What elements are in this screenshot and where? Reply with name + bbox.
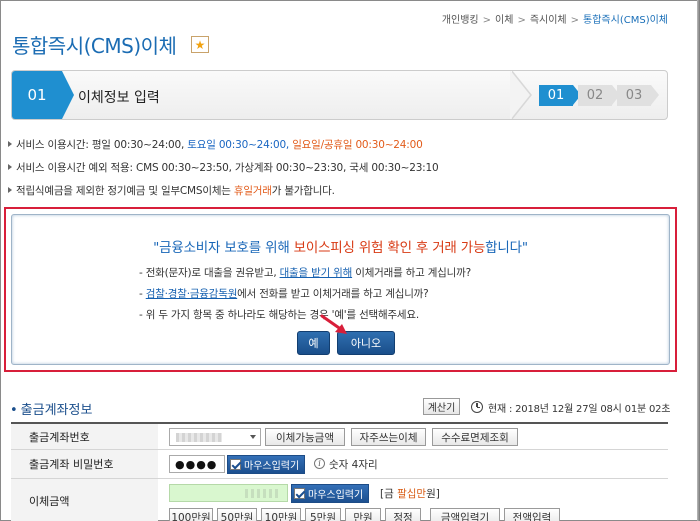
full-amount-button[interactable]: 전액입력 — [504, 508, 560, 521]
row-withdraw-password: 출금계좌 비밀번호 ●●●● 마우스입력기 i 숫자 4자리 — [11, 450, 668, 479]
fee-exemption-button[interactable]: 수수료면제조회 — [432, 428, 518, 446]
calculator-button[interactable]: 계산기 — [423, 398, 460, 415]
password-input[interactable]: ●●●● — [169, 455, 225, 473]
voice-phishing-alert-highlight: "금융소비자 보호를 위해 보이스피싱 위험 확인 후 거래 가능합니다" - … — [4, 207, 677, 372]
quick-amount-500k-button[interactable]: 50만원 — [217, 508, 257, 521]
row-withdraw-account: 출금계좌번호 이체가능금액 자주쓰는이체 수수료면제조회 — [11, 424, 668, 450]
correct-amount-button[interactable]: 정정 — [385, 508, 421, 521]
checkbox-checked-icon — [230, 459, 241, 470]
password-hint: 숫자 4자리 — [329, 459, 378, 471]
step-arrow-tip — [62, 71, 74, 119]
alert-question-2: - 검찰·경찰·금융감독원에서 전화를 받고 이체거래를 하고 계십니까? — [139, 288, 429, 300]
bullet-icon — [8, 141, 12, 147]
frequent-transfer-button[interactable]: 자주쓰는이체 — [351, 428, 426, 446]
section-bullet-icon: • — [10, 403, 18, 418]
withdraw-form: 출금계좌번호 이체가능금액 자주쓰는이체 수수료면제조회 출금계좌 비밀번호 ●… — [11, 422, 668, 521]
current-step-label: 이체정보 입력 — [78, 90, 160, 106]
available-amount-button[interactable]: 이체가능금액 — [265, 428, 345, 446]
breadcrumb-separator: > — [517, 15, 526, 26]
service-notices: 서비스 이용시간: 평일 00:30~24:00, 토요일 00:30~24:0… — [8, 137, 668, 206]
transfer-amount-input[interactable] — [169, 484, 288, 502]
breadcrumb-current: 통합즉시(CMS)이체 — [583, 15, 668, 26]
page-title: 통합즉시(CMS)이체 — [12, 34, 177, 58]
step-indicator-2: 02 — [578, 85, 620, 106]
alert-question-1: - 전화(문자)로 대출을 권유받고, 대출을 받기 위해 이체거래를 하고 계… — [139, 267, 471, 279]
notice-holiday: 적립식예금을 제외한 정기예금 및 일부CMS이체는 휴일거래가 불가합니다. — [8, 183, 668, 206]
voice-phishing-alert: "금융소비자 보호를 위해 보이스피싱 위험 확인 후 거래 가능합니다" - … — [11, 214, 670, 365]
breadcrumb-separator: > — [570, 15, 580, 26]
mouse-keypad-toggle-amount[interactable]: 마우스입력기 — [291, 484, 370, 503]
bullet-icon — [8, 164, 12, 170]
quick-amount-50k-button[interactable]: 5만원 — [305, 508, 341, 521]
red-pointer-arrow-icon — [320, 314, 347, 334]
favorite-button[interactable]: ★ — [191, 36, 209, 53]
loan-link: 대출을 받기 위해 — [279, 267, 353, 279]
authority-link: 검찰·경찰·금융감독원 — [145, 288, 238, 300]
bullet-icon — [8, 187, 12, 193]
clock-icon — [471, 401, 483, 413]
breadcrumb-item[interactable]: 이체 — [495, 15, 513, 26]
current-time: 현재 : 2018년 12월 27일 08시 01분 02초 — [488, 404, 671, 415]
breadcrumb-separator: > — [482, 15, 492, 26]
chevron-down-icon — [250, 435, 256, 439]
checkbox-checked-icon — [294, 488, 305, 499]
quick-amount-100k-button[interactable]: 10만원 — [261, 508, 301, 521]
step-progress-bar: 01 이체정보 입력 01 02 03 — [11, 70, 668, 120]
notice-exception-hours: 서비스 이용시간 예외 적용: CMS 00:30~23:50, 가상계좌 00… — [8, 160, 668, 183]
quick-amount-10k-button[interactable]: 만원 — [345, 508, 381, 521]
quick-amount-1m-button[interactable]: 100만원 — [169, 508, 213, 521]
notice-service-hours: 서비스 이용시간: 평일 00:30~24:00, 토요일 00:30~24:0… — [8, 137, 668, 160]
amount-in-korean: [금 팔십만원] — [380, 488, 440, 500]
step-indicator-1: 01 — [539, 85, 581, 106]
step-indicator-3: 03 — [617, 85, 659, 106]
current-step-number: 01 — [12, 71, 62, 119]
masked-account-number — [176, 433, 222, 442]
breadcrumb: 개인뱅킹 > 이체 > 즉시이체 > 통합즉시(CMS)이체 — [442, 11, 668, 26]
withdraw-account-select[interactable] — [169, 428, 261, 446]
breadcrumb-item[interactable]: 즉시이체 — [530, 15, 567, 26]
breadcrumb-item[interactable]: 개인뱅킹 — [442, 15, 479, 26]
mouse-keypad-toggle-password[interactable]: 마우스입력기 — [227, 455, 306, 474]
alert-instruction: - 위 두 가지 항목 중 하나라도 해당하는 경우 '예'를 선택해주세요. — [139, 309, 419, 321]
masked-amount — [245, 489, 281, 498]
step-divider-chevron-inner — [510, 71, 530, 119]
alert-title: "금융소비자 보호를 위해 보이스피싱 위험 확인 후 거래 가능합니다" — [153, 240, 528, 256]
withdraw-account-label: 출금계좌번호 — [11, 424, 158, 449]
amount-keypad-button[interactable]: 금액입력기 — [430, 508, 500, 521]
row-transfer-amount: 이체금액 마우스입력기 [금 팔십만원] 100만원 50만원 10만원 5만원… — [11, 479, 668, 521]
withdraw-password-label: 출금계좌 비밀번호 — [11, 450, 158, 478]
info-icon: i — [314, 458, 325, 469]
transfer-amount-label: 이체금액 — [11, 479, 158, 521]
star-icon: ★ — [194, 37, 206, 52]
withdraw-section-title: • 출금계좌정보 — [10, 403, 93, 418]
